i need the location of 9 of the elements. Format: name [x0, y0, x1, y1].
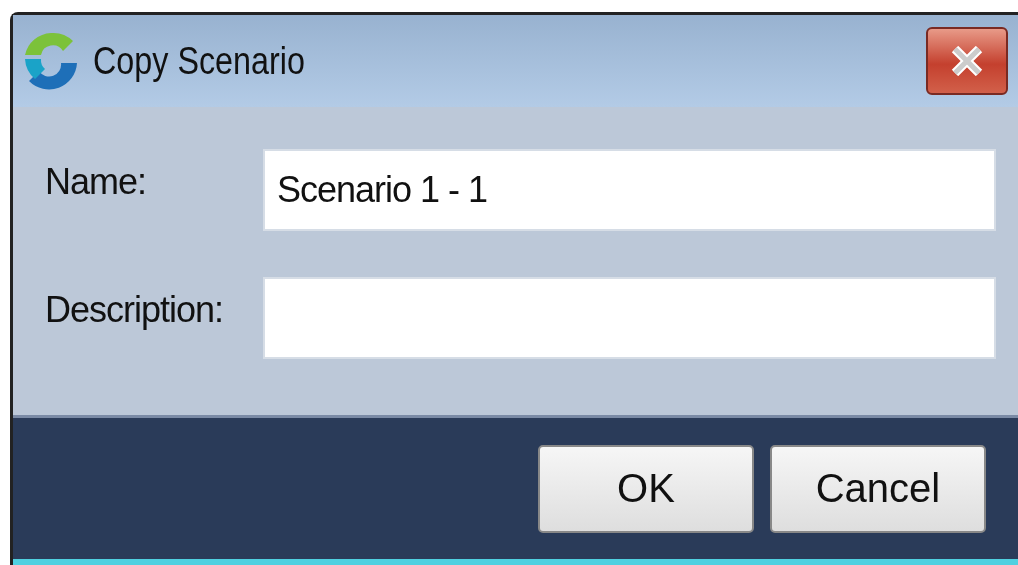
text-field[interactable]: Scenario 1 - 1: [263, 149, 996, 231]
close-button[interactable]: [926, 27, 1008, 95]
field-label: Name:: [45, 160, 148, 203]
field-label: Description:: [45, 288, 225, 331]
window-title: Copy Scenario: [93, 39, 306, 83]
text-field[interactable]: [263, 277, 996, 359]
dialog-button[interactable]: Cancel: [770, 444, 986, 533]
close-icon: [950, 46, 984, 76]
dialog-button[interactable]: OK: [538, 444, 754, 533]
